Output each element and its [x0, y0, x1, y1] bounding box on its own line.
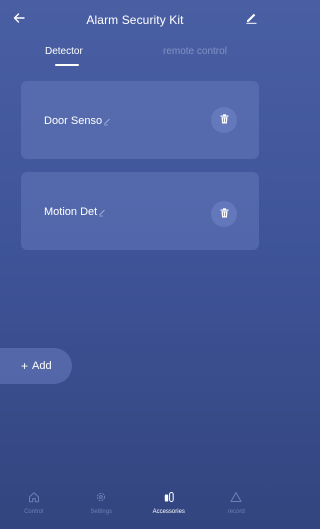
nav-label: Control: [24, 509, 44, 515]
delete-button[interactable]: [211, 107, 237, 133]
back-button[interactable]: [8, 9, 30, 31]
tab-detector[interactable]: Detector: [45, 46, 83, 57]
nav-item-record[interactable]: record: [203, 480, 271, 529]
plus-icon: +: [21, 359, 29, 373]
warning-icon: [230, 490, 242, 504]
accessories-icon: [163, 490, 175, 504]
nav-label: Accessories: [152, 509, 185, 515]
active-tab-indicator: [55, 64, 79, 66]
device-name: Motion Det: [44, 206, 98, 218]
device-name-edit[interactable]: Door Senso: [44, 115, 112, 127]
edit-button[interactable]: [240, 9, 262, 31]
add-button[interactable]: + Add: [0, 348, 72, 384]
delete-button[interactable]: [211, 201, 237, 227]
trash-icon: [220, 205, 229, 223]
tab-bar: Detector remote control: [0, 40, 270, 68]
device-card[interactable]: Door Senso: [21, 81, 259, 159]
trash-icon: [220, 111, 229, 129]
header: Alarm Security Kit: [0, 0, 270, 40]
pencil-icon: [245, 11, 258, 29]
device-name: Door Senso: [44, 115, 103, 127]
nav-label: Settings: [90, 509, 113, 515]
page-title: Alarm Security Kit: [86, 13, 184, 27]
pencil-icon: [103, 117, 112, 126]
home-icon: [28, 490, 40, 504]
nav-item-accessories[interactable]: Accessories: [135, 480, 203, 529]
gear-icon: [95, 490, 107, 504]
device-card[interactable]: Motion Det: [21, 172, 259, 250]
nav-item-settings[interactable]: Settings: [68, 480, 136, 529]
tab-remote-control[interactable]: remote control: [163, 46, 227, 57]
pencil-icon: [98, 208, 107, 217]
bottom-nav: Control Settings Accessories record: [0, 480, 270, 529]
arrow-left-icon: [13, 11, 25, 29]
nav-label: record: [227, 509, 245, 515]
nav-item-control[interactable]: Control: [0, 480, 68, 529]
device-name-edit[interactable]: Motion Det: [44, 206, 107, 218]
add-button-label: Add: [32, 360, 52, 372]
